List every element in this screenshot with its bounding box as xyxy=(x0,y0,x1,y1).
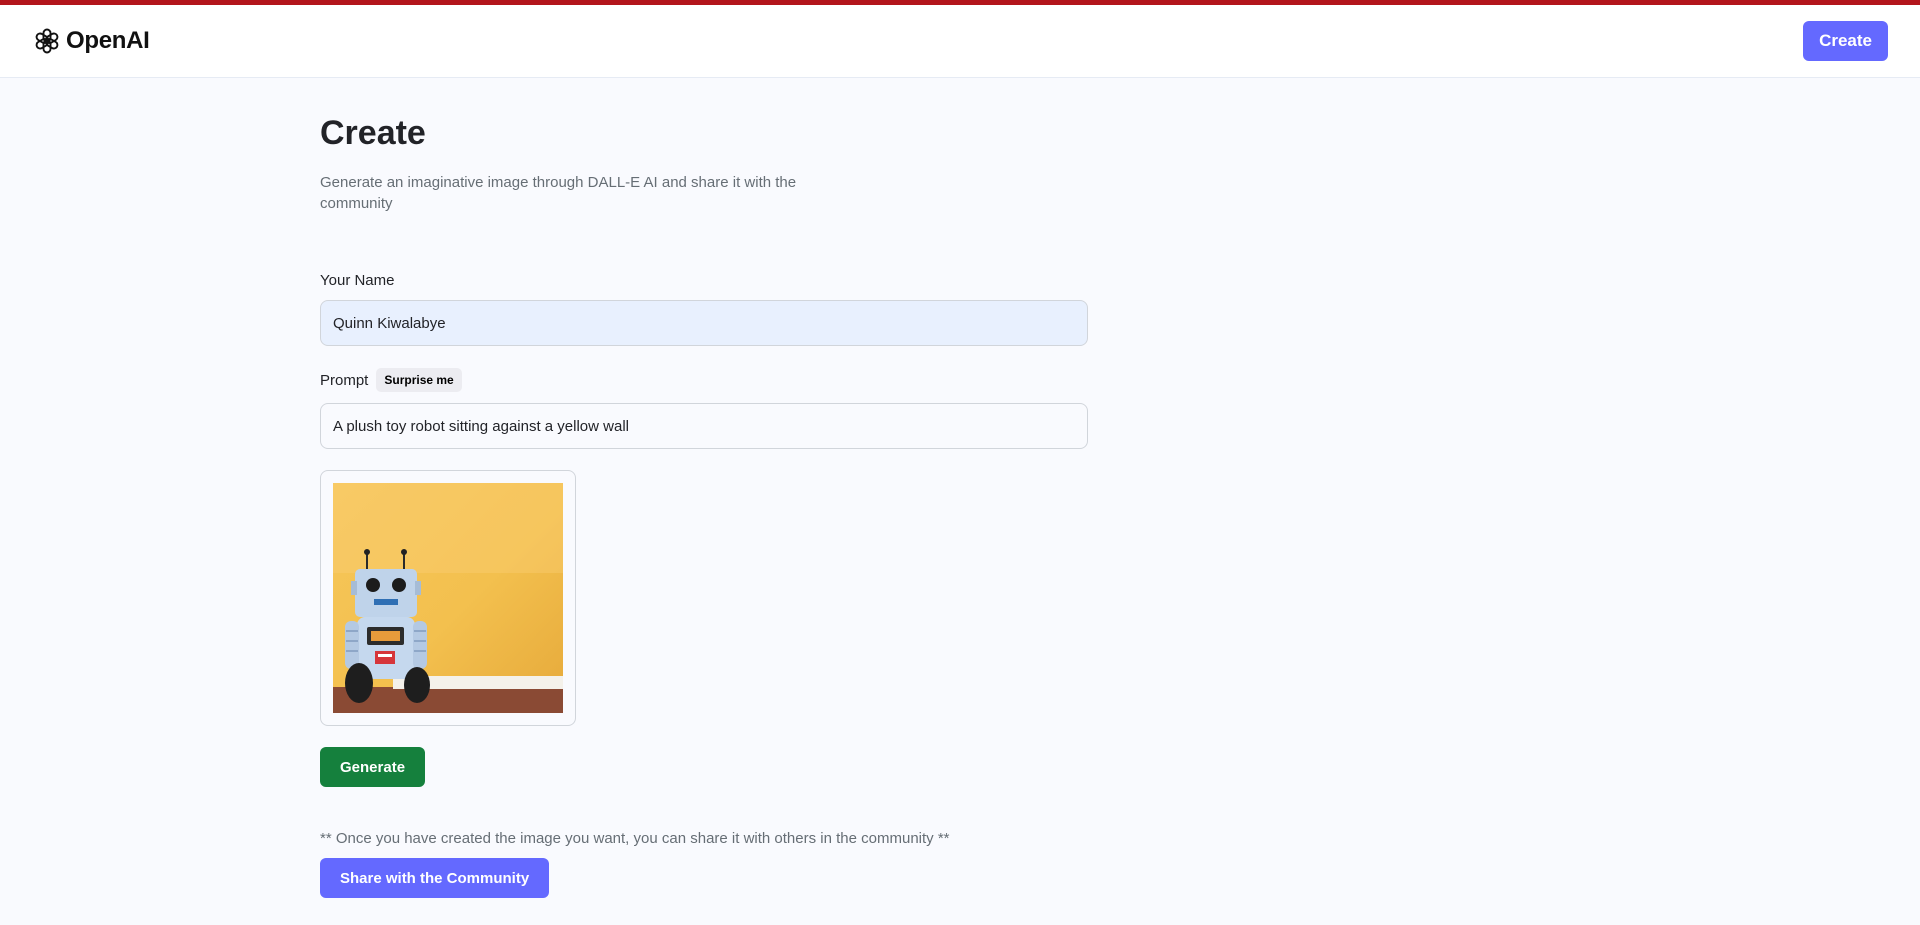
prompt-label: Prompt Surprise me xyxy=(320,368,1120,392)
logo-text: OpenAI xyxy=(66,27,150,54)
page-description: Generate an imaginative image through DA… xyxy=(320,174,797,212)
generate-button[interactable]: Generate xyxy=(320,747,426,787)
openai-logo-icon xyxy=(35,28,59,54)
surprise-me-button[interactable]: Surprise me xyxy=(376,368,462,392)
site-header: OpenAI Create xyxy=(0,5,1920,78)
create-page: Create Generate an imaginative image thr… xyxy=(320,78,1120,898)
name-input[interactable] xyxy=(320,300,1088,346)
name-field-group: Your Name xyxy=(320,272,1120,346)
generated-image xyxy=(333,483,563,713)
generated-image-frame xyxy=(320,470,576,726)
logo[interactable]: OpenAI xyxy=(32,26,150,56)
prompt-field-group: Prompt Surprise me xyxy=(320,368,1120,449)
header-create-button[interactable]: Create xyxy=(1803,21,1888,61)
name-label-text: Your Name xyxy=(320,272,395,289)
name-label: Your Name xyxy=(320,272,1120,289)
prompt-input[interactable] xyxy=(320,403,1088,449)
page-title: Create xyxy=(320,114,426,152)
share-with-community-button[interactable]: Share with the Community xyxy=(320,858,550,898)
share-note: ** Once you have created the image you w… xyxy=(320,830,950,847)
prompt-label-text: Prompt xyxy=(320,371,369,389)
